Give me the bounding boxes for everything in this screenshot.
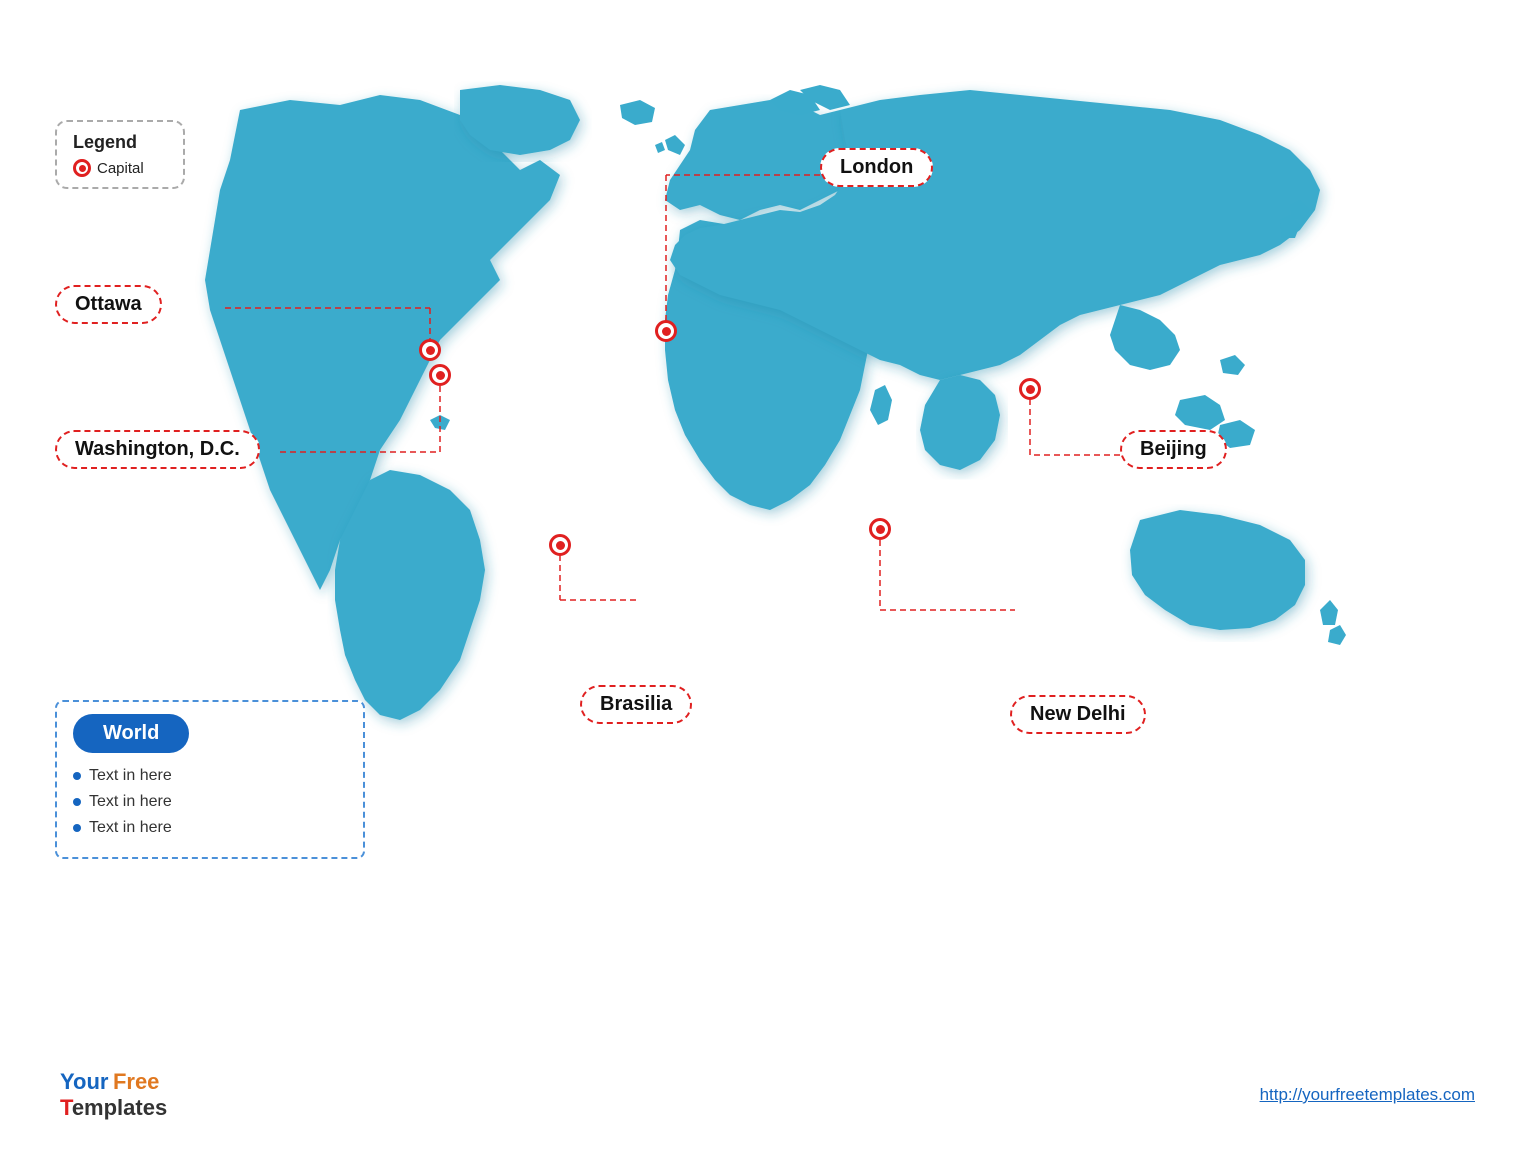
- city-pin-new-delhi: [869, 518, 891, 540]
- legend-title: Legend: [73, 132, 167, 153]
- logo-t-icon: T: [60, 1095, 72, 1120]
- logo-text: Your Free Templates: [60, 1069, 167, 1121]
- logo: Your Free Templates: [60, 1069, 167, 1121]
- city-pin-ottawa: [419, 339, 441, 361]
- city-pin-london: [655, 320, 677, 342]
- list-item: Text in here: [73, 767, 347, 785]
- logo-your: Your: [60, 1069, 108, 1094]
- bullet-dot: [73, 824, 81, 832]
- logo-templates: Templates: [60, 1095, 167, 1120]
- city-pin-beijing: [1019, 378, 1041, 400]
- main-container: Legend Capital London Ottawa: [0, 0, 1535, 1151]
- legend-capital-label: Capital: [97, 160, 144, 177]
- capital-icon: [73, 159, 91, 177]
- list-item: Text in here: [73, 819, 347, 837]
- logo-line1: Your Free: [60, 1069, 167, 1095]
- city-label-brasilia: Brasilia: [580, 685, 692, 724]
- world-list: Text in here Text in here Text in here: [73, 767, 347, 837]
- world-map: [120, 80, 1410, 760]
- footer: Your Free Templates http://yourfreetempl…: [0, 1069, 1535, 1121]
- bullet-dot: [73, 772, 81, 780]
- footer-url[interactable]: http://yourfreetemplates.com: [1260, 1085, 1475, 1105]
- city-label-new-delhi: New Delhi: [1010, 695, 1146, 734]
- city-pin-washington: [429, 364, 451, 386]
- legend-item-capital: Capital: [73, 159, 167, 177]
- city-label-washington: Washington, D.C.: [55, 430, 260, 469]
- city-pin-brasilia: [549, 534, 571, 556]
- city-label-beijing: Beijing: [1120, 430, 1227, 469]
- logo-free: Free: [113, 1069, 159, 1094]
- city-label-london: London: [820, 148, 933, 187]
- city-label-ottawa: Ottawa: [55, 285, 162, 324]
- world-info-box: World Text in here Text in here Text in …: [55, 700, 365, 859]
- legend-box: Legend Capital: [55, 120, 185, 189]
- bullet-dot: [73, 798, 81, 806]
- world-button[interactable]: World: [73, 714, 189, 753]
- logo-line2: Templates: [60, 1095, 167, 1121]
- list-item: Text in here: [73, 793, 347, 811]
